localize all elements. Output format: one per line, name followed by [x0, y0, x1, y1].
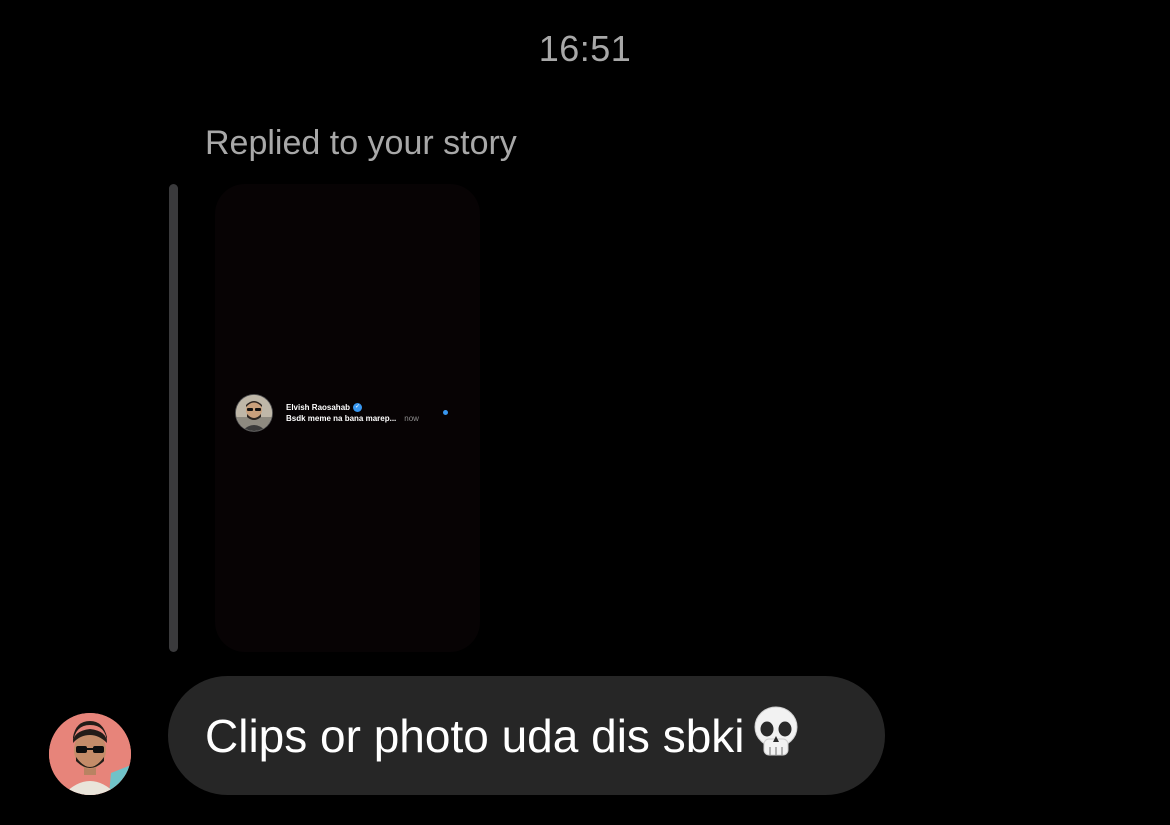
notification-message-preview: Bsdk meme na bana marep... [286, 414, 397, 423]
chat-thread: 16:51 Replied to your story Elvish Raosa… [0, 0, 1170, 825]
notification-avatar [236, 395, 272, 431]
verified-badge-icon: ✓ [353, 403, 363, 412]
notification-body: Bsdk meme na bana marep... now [286, 414, 419, 423]
reply-indicator-bar [169, 184, 178, 652]
person-photo-icon [236, 395, 272, 431]
skull-emoji-icon [751, 705, 801, 766]
story-preview-thumbnail[interactable]: Elvish Raosahab ✓ Bsdk meme na bana mare… [215, 184, 480, 652]
story-reply-label: Replied to your story [205, 124, 517, 162]
sender-avatar[interactable] [49, 713, 131, 795]
notification-header: Elvish Raosahab ✓ [286, 403, 363, 412]
unread-dot-icon [443, 410, 448, 415]
avatar-icon [49, 713, 131, 795]
message-text: Clips or photo uda dis sbki [205, 709, 745, 762]
story-notification-card: Elvish Raosahab ✓ Bsdk meme na bana mare… [235, 394, 450, 434]
message-bubble[interactable]: Clips or photo uda dis sbki [168, 676, 885, 795]
notification-time: now [404, 414, 419, 423]
message-timestamp: 16:51 [538, 28, 632, 69]
notification-sender-name: Elvish Raosahab [286, 403, 351, 412]
